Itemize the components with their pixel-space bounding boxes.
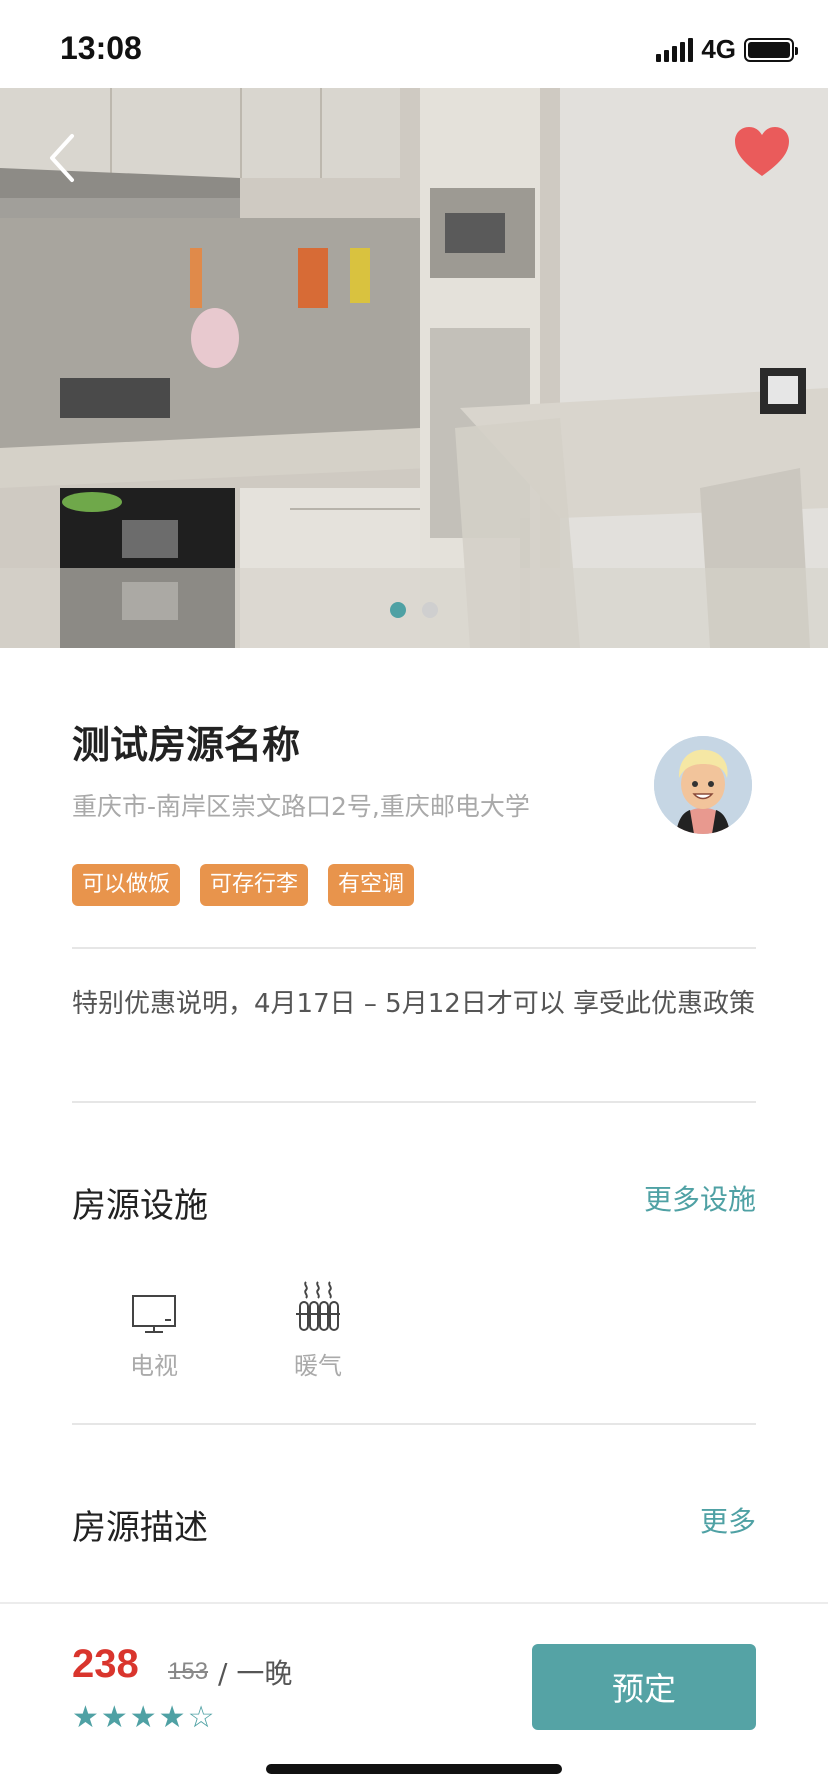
listing-info: 测试房源名称 重庆市-南岸区崇文路口2号,重庆邮电大学 可以做饭 可存行李 有空…	[72, 720, 756, 906]
battery-icon	[744, 37, 798, 62]
feature-tags: 可以做饭 可存行李 有空调	[72, 864, 756, 906]
listing-photo	[0, 88, 828, 648]
feature-tag: 可以做饭	[72, 864, 181, 906]
carousel-dot-active[interactable]	[390, 602, 406, 618]
host-avatar[interactable]	[654, 736, 752, 834]
more-facilities-link[interactable]: 更多设施	[644, 1178, 756, 1218]
listing-photo-carousel[interactable]	[0, 88, 828, 648]
home-indicator[interactable]	[266, 1764, 562, 1774]
current-price: 238	[72, 1642, 139, 1686]
listing-title: 测试房源名称	[72, 723, 301, 767]
listing-address: 重庆市-南岸区崇文路口2号,重庆邮电大学	[72, 792, 530, 821]
facility-item-tv: 电视	[104, 1278, 204, 1381]
description-title: 房源描述	[72, 1508, 208, 1548]
heater-icon	[296, 1281, 340, 1331]
divider	[72, 1101, 756, 1103]
feature-tag: 可存行李	[200, 864, 309, 906]
heart-icon	[735, 127, 789, 176]
facilities-title: 房源设施	[72, 1186, 208, 1226]
facility-label: 电视	[130, 1352, 178, 1380]
divider	[72, 947, 756, 949]
feature-tag: 有空调	[328, 864, 415, 906]
original-price: 153	[168, 1658, 209, 1685]
rating-stars: ★★★★☆	[72, 1700, 217, 1735]
facility-item-heater: 暖气	[268, 1278, 368, 1381]
avatar-icon	[654, 736, 752, 834]
favorite-button[interactable]	[732, 124, 792, 180]
status-time: 13:08	[60, 30, 142, 66]
more-description-link[interactable]: 更多	[700, 1500, 756, 1540]
book-button[interactable]: 预定	[532, 1644, 756, 1730]
network-label: 4G	[701, 34, 736, 64]
carousel-dot[interactable]	[422, 602, 438, 618]
status-indicators: 4G	[656, 34, 798, 65]
price-unit: / 一晚	[218, 1657, 293, 1690]
signal-icon	[656, 37, 694, 62]
back-button[interactable]	[40, 128, 90, 188]
facility-label: 暖气	[294, 1352, 342, 1380]
divider	[72, 1423, 756, 1425]
chevron-left-icon	[50, 134, 74, 182]
promotion-note: 特别优惠说明，4月17日 – 5月12日才可以 享受此优惠政策	[72, 989, 756, 1019]
status-bar: 13:08 4G	[0, 0, 828, 88]
carousel-indicator	[0, 602, 828, 618]
tv-icon	[132, 1295, 176, 1333]
